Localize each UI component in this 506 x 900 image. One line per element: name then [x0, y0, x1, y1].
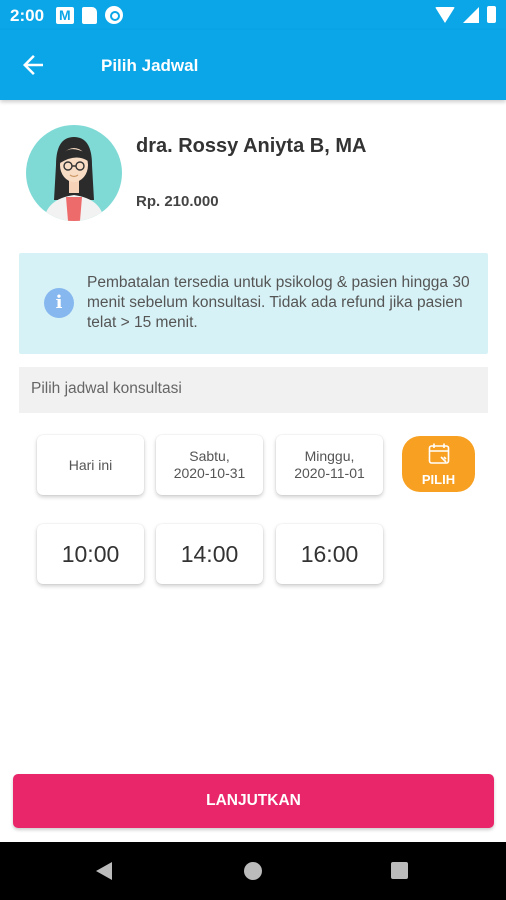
consultation-price: Rp. 210.000	[136, 193, 219, 210]
pick-date-button[interactable]: PILIH	[402, 436, 475, 492]
date-option-date: 2020-10-31	[173, 465, 246, 481]
status-bar: 2:00	[0, 0, 506, 30]
cancellation-info-box: i Pembatalan tersedia untuk psikolog & p…	[19, 253, 488, 354]
signal-icon	[463, 6, 479, 23]
info-icon: i	[44, 288, 74, 318]
time-option[interactable]: 10:00	[37, 524, 144, 584]
date-option-saturday[interactable]: Sabtu, 2020-10-31	[156, 435, 263, 495]
time-option-label: 10:00	[61, 540, 120, 567]
date-option-day: Minggu,	[304, 448, 355, 464]
notification-icons	[56, 6, 123, 24]
date-option-today[interactable]: Hari ini	[37, 435, 144, 495]
time-option-label: 14:00	[180, 540, 239, 567]
battery-icon	[487, 6, 496, 23]
back-button[interactable]	[18, 50, 52, 80]
app-bar: Pilih Jadwal	[0, 30, 506, 100]
calendar-icon	[428, 443, 450, 464]
doctor-avatar	[26, 125, 122, 221]
time-option[interactable]: 14:00	[156, 524, 263, 584]
page-title: Pilih Jadwal	[101, 56, 199, 75]
date-option-day: Hari ini	[68, 456, 113, 473]
doctor-name: dra. Rossy Aniyta B, MA	[136, 135, 367, 157]
nav-home-icon[interactable]	[244, 862, 262, 880]
cancellation-info-text: Pembatalan tersedia untuk psikolog & pas…	[87, 274, 470, 331]
sync-icon	[105, 6, 123, 24]
status-time: 2:00	[10, 6, 45, 25]
pick-date-label: PILIH	[421, 472, 456, 487]
continue-button[interactable]: LANJUTKAN	[13, 774, 494, 828]
date-option-date: 2020-11-01	[294, 465, 365, 481]
gmail-icon	[56, 6, 74, 24]
arrow-left-icon	[23, 55, 43, 75]
system-nav-bar	[0, 842, 506, 900]
nav-back-icon[interactable]	[96, 862, 112, 880]
sd-card-icon	[82, 6, 97, 24]
nav-recents-icon[interactable]	[391, 862, 408, 879]
date-option-day: Sabtu,	[189, 448, 230, 464]
time-option-label: 16:00	[300, 540, 359, 567]
schedule-section-label: Pilih jadwal konsultasi	[19, 367, 488, 413]
date-option-sunday[interactable]: Minggu, 2020-11-01	[276, 435, 383, 495]
wifi-icon	[435, 6, 455, 23]
system-icons	[435, 6, 496, 23]
time-option[interactable]: 16:00	[276, 524, 383, 584]
